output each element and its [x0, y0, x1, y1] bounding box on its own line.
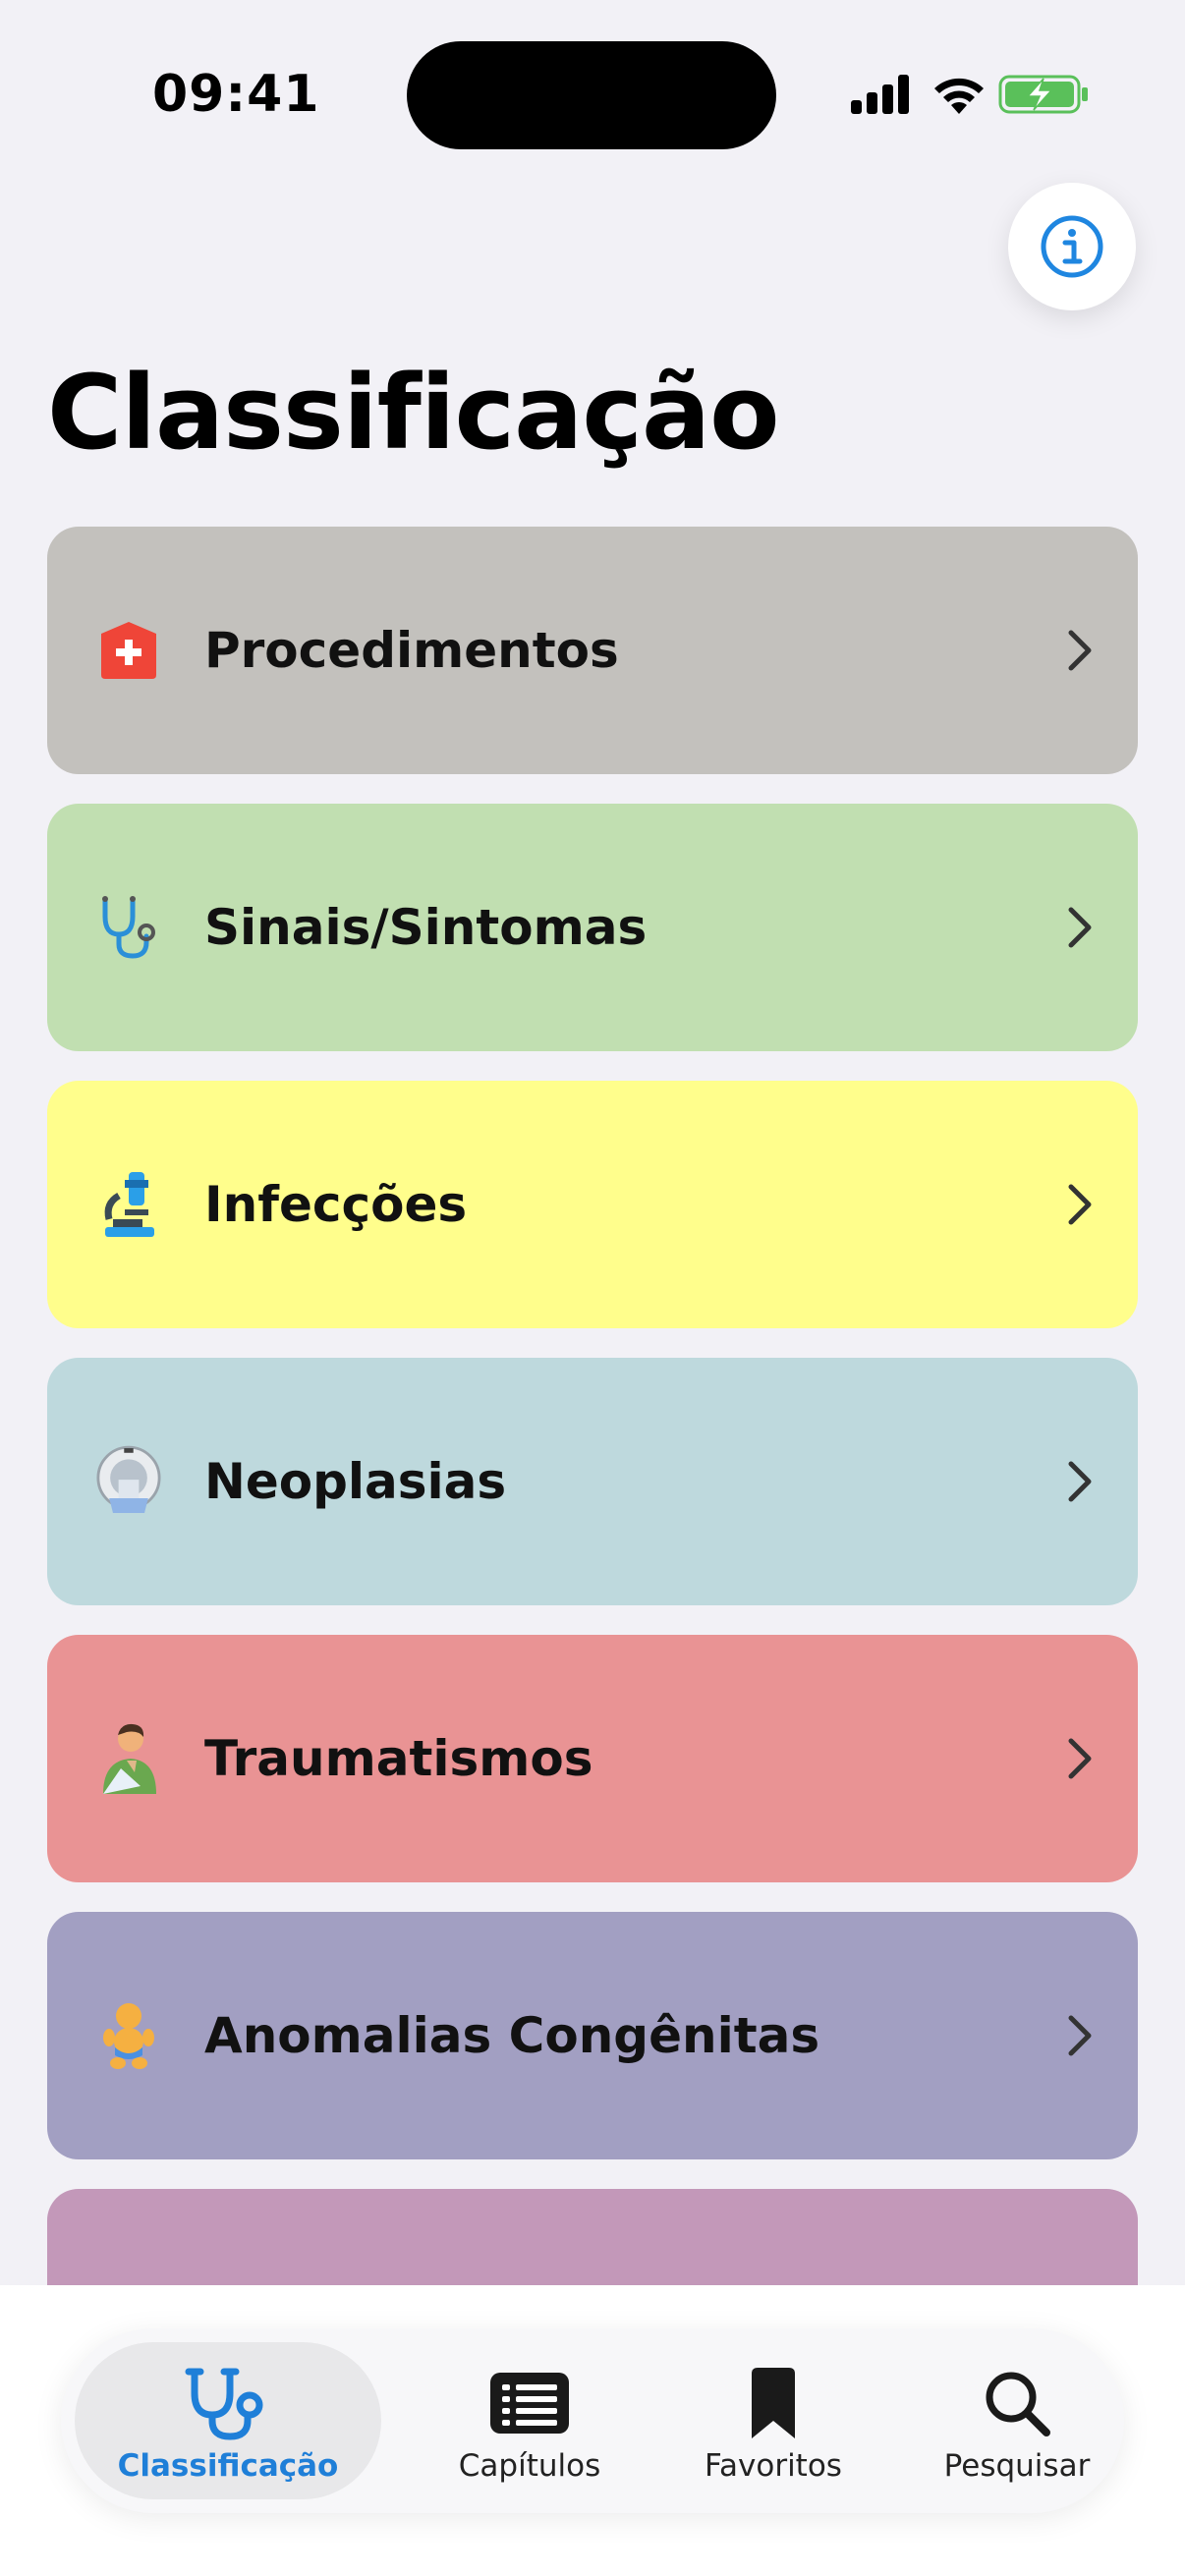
search-icon: [982, 2366, 1052, 2440]
chevron-right-icon: [1068, 1738, 1092, 1779]
category-anomalias-congenitas[interactable]: Anomalias Congênitas: [47, 1912, 1138, 2159]
tab-capitulos[interactable]: Capítulos: [407, 2342, 652, 2499]
tab-bar: Classificação Capítulos Favoritos Pesqui…: [61, 2328, 1124, 2513]
person-arm-sling-icon: [96, 1723, 161, 1794]
category-label: Infecções: [204, 1176, 468, 1233]
info-circle-icon: [1041, 215, 1103, 278]
category-label: Sinais/Sintomas: [204, 899, 648, 956]
tab-label: Pesquisar: [943, 2448, 1091, 2484]
status-time: 09:41: [152, 65, 320, 124]
category-label: Neoplasias: [204, 1453, 507, 1510]
wifi-icon: [934, 78, 984, 114]
category-procedimentos[interactable]: Procedimentos: [47, 527, 1138, 774]
list-icon: [488, 2366, 571, 2440]
category-infeccoes[interactable]: Infecções: [47, 1081, 1138, 1328]
category-traumatismos[interactable]: Traumatismos: [47, 1635, 1138, 1882]
tab-label: Capítulos: [458, 2448, 601, 2484]
tab-favoritos[interactable]: Favoritos: [650, 2342, 896, 2499]
category-neoplasias[interactable]: Neoplasias: [47, 1358, 1138, 1605]
tab-label: Classificação: [117, 2448, 339, 2484]
category-sinais-sintomas[interactable]: Sinais/Sintomas: [47, 804, 1138, 1051]
status-icons: [851, 69, 1185, 128]
bookmark-icon: [748, 2366, 799, 2440]
dynamic-island: [407, 41, 776, 149]
stethoscope-icon: [181, 2366, 275, 2440]
microscope-icon: [96, 1172, 161, 1237]
tab-classificacao[interactable]: Classificação: [75, 2342, 381, 2499]
chevron-right-icon: [1068, 907, 1092, 948]
category-label: Anomalias Congênitas: [204, 2007, 820, 2064]
stethoscope-icon: [96, 895, 161, 960]
category-label: Procedimentos: [204, 622, 619, 679]
chevron-right-icon: [1068, 1184, 1092, 1225]
baby-icon: [96, 2003, 161, 2069]
category-label: Traumatismos: [204, 1730, 593, 1787]
page-title: Classificação: [47, 353, 780, 473]
info-button[interactable]: [1008, 183, 1136, 310]
mri-scanner-icon: [96, 1445, 161, 1514]
chevron-right-icon: [1068, 2015, 1092, 2056]
chevron-right-icon: [1068, 630, 1092, 671]
hospital-icon: [96, 618, 161, 683]
chevron-right-icon: [1068, 1461, 1092, 1502]
tab-pesquisar[interactable]: Pesquisar: [894, 2342, 1140, 2499]
tab-label: Favoritos: [705, 2448, 842, 2484]
cellular-signal-icon: [851, 75, 912, 114]
battery-charging-icon: [998, 75, 1088, 114]
